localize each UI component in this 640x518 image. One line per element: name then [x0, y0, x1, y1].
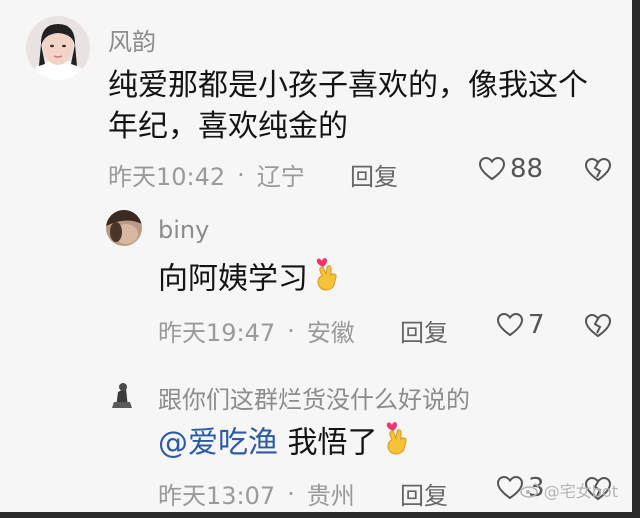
dislike-button[interactable] [584, 313, 612, 343]
watermark: @宅女bot [520, 478, 618, 502]
comment-item: 风韵 纯爱那都是小孩子喜欢的，像我这个 年纪，喜欢纯金的 昨天10:42 · 辽… [0, 0, 632, 200]
comment-username[interactable]: 跟你们这群烂货没什么好说的 [158, 380, 470, 415]
mention-link[interactable]: @爱吃渔 [158, 426, 278, 461]
comment-time: 昨天13:07 [158, 482, 276, 510]
dislike-button[interactable] [584, 157, 612, 187]
meta-separator: · [287, 316, 295, 345]
broken-heart-icon [584, 313, 612, 338]
avatar[interactable] [106, 378, 138, 410]
comment-thread: 风韵 纯爱那都是小孩子喜欢的，像我这个 年纪，喜欢纯金的 昨天10:42 · 辽… [0, 0, 640, 518]
weibo-logo-icon [520, 483, 539, 498]
finger-heart-emoji-icon [384, 419, 412, 469]
comment-text: @爱吃渔 我悟了 [158, 419, 412, 469]
comment-time: 昨天19:47 [158, 319, 276, 347]
heart-outline-icon [496, 312, 524, 337]
like-count: 7 [528, 310, 545, 340]
watermark-text: @宅女bot [543, 482, 618, 501]
comment-text: 向阿姨学习 [158, 255, 342, 305]
comment-meta: 昨天10:42 · 辽宁 [108, 157, 305, 192]
like-button[interactable]: 7 [496, 310, 545, 340]
reply-item: biny 向阿姨学习 昨天19:47 · 安徽 回复 7 [0, 200, 632, 358]
finger-heart-emoji-icon [314, 255, 342, 305]
comment-location: 贵州 [306, 482, 355, 510]
comment-username[interactable]: 风韵 [108, 22, 156, 57]
heart-outline-icon [478, 156, 506, 181]
comment-location: 安徽 [306, 319, 355, 347]
comment-text-content: 我悟了 [287, 425, 378, 461]
comment-text-line2: 年纪，喜欢纯金的 [108, 109, 348, 144]
reply-button[interactable]: 回复 [350, 157, 398, 192]
comment-text: 纯爱那都是小孩子喜欢的，像我这个 [108, 68, 588, 103]
meta-separator: · [287, 479, 295, 508]
comment-username[interactable]: biny [158, 216, 209, 244]
like-count: 88 [510, 154, 544, 184]
comment-meta: 昨天19:47 · 安徽 [158, 313, 355, 348]
reply-button[interactable]: 回复 [400, 313, 448, 348]
comment-time: 昨天10:42 [108, 163, 226, 191]
comment-location: 辽宁 [256, 163, 305, 191]
broken-heart-icon [584, 157, 612, 182]
meta-separator: · [237, 160, 245, 189]
comment-text-content: 向阿姨学习 [158, 261, 308, 297]
avatar[interactable] [106, 210, 142, 246]
avatar[interactable] [26, 16, 90, 80]
reply-button[interactable]: 回复 [400, 476, 448, 511]
like-button[interactable]: 88 [478, 154, 543, 184]
comment-meta: 昨天13:07 · 贵州 [158, 476, 355, 511]
